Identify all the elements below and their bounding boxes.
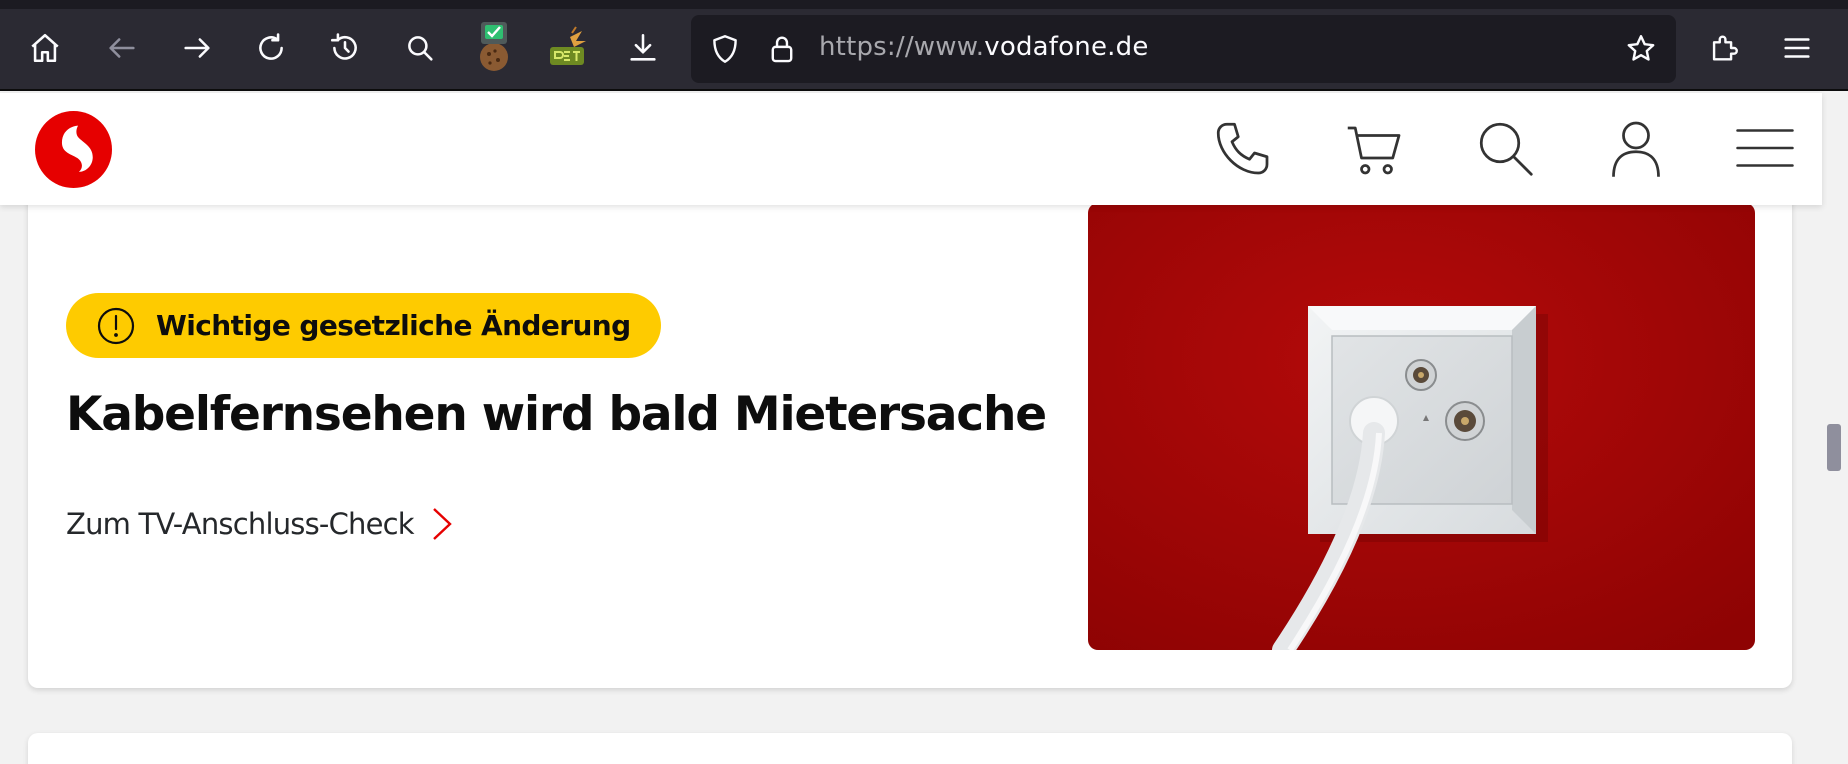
extensions-icon — [1712, 35, 1738, 61]
tv-check-link[interactable]: Zum TV-Anschluss-Check — [66, 505, 456, 543]
forward-icon — [184, 38, 210, 58]
forward-button[interactable] — [171, 22, 223, 74]
chevron-right-icon — [432, 508, 452, 540]
phone-icon — [1216, 122, 1269, 175]
account-button[interactable] — [1604, 116, 1668, 180]
home-button[interactable] — [19, 22, 71, 74]
cart-button[interactable] — [1342, 116, 1406, 180]
reload-button[interactable] — [245, 22, 297, 74]
page-scrollbar-thumb[interactable] — [1827, 424, 1841, 471]
bookmark-star-icon — [1627, 35, 1655, 61]
menu-button[interactable] — [1733, 116, 1797, 180]
tracking-protection-button[interactable] — [706, 30, 744, 68]
app-menu-button[interactable] — [1771, 22, 1823, 74]
phone-button[interactable] — [1210, 116, 1274, 180]
pet-extension-icon — [550, 26, 586, 65]
search-button[interactable] — [394, 22, 446, 74]
search-icon — [1479, 122, 1533, 176]
teaser-headline: Kabelfernsehen wird bald Mietersache — [66, 387, 1047, 442]
browser-toolbar: https://www.vodafone.de — [0, 9, 1848, 91]
shield-icon — [713, 35, 737, 63]
reload-icon — [259, 33, 283, 60]
back-icon — [109, 38, 135, 58]
next-card — [28, 733, 1792, 764]
cart-icon — [1347, 126, 1401, 175]
extensions-button[interactable] — [1698, 22, 1750, 74]
history-icon — [330, 33, 357, 60]
address-bar[interactable]: https://www.vodafone.de — [691, 15, 1676, 83]
lock-icon — [771, 36, 793, 63]
site-search-button[interactable] — [1473, 116, 1537, 180]
badge-label: Wichtige gesetzliche Änderung — [156, 309, 631, 342]
cookie-extension-button[interactable] — [468, 19, 520, 75]
back-button[interactable] — [96, 22, 148, 74]
url-domain: vodafone.de — [984, 32, 1149, 62]
menu-icon — [1736, 129, 1794, 167]
history-button[interactable] — [319, 22, 371, 74]
window-titlebar-strip — [0, 0, 1848, 9]
cookie-extension-icon — [480, 22, 508, 71]
app-menu-icon — [1784, 38, 1810, 58]
teaser-card: Wichtige gesetzliche Änderung Kabelferns… — [28, 150, 1792, 688]
download-icon — [630, 33, 656, 61]
tv-socket-hero-image — [1088, 203, 1755, 650]
vodafone-logo[interactable] — [35, 111, 112, 188]
pet-extension-button[interactable] — [542, 19, 594, 75]
user-icon — [1612, 121, 1660, 177]
warning-icon — [97, 307, 135, 345]
search-icon — [408, 36, 433, 61]
home-icon — [31, 33, 59, 63]
bookmark-button[interactable] — [1622, 30, 1660, 68]
url-text[interactable]: https://www.vodafone.de — [819, 32, 1149, 62]
important-notice-badge: Wichtige gesetzliche Änderung — [66, 293, 661, 358]
tv-check-link-label: Zum TV-Anschluss-Check — [66, 507, 415, 541]
site-header — [0, 93, 1822, 205]
site-info-button[interactable] — [763, 30, 801, 68]
download-button[interactable] — [617, 22, 669, 74]
url-prefix: https://www. — [819, 32, 985, 62]
